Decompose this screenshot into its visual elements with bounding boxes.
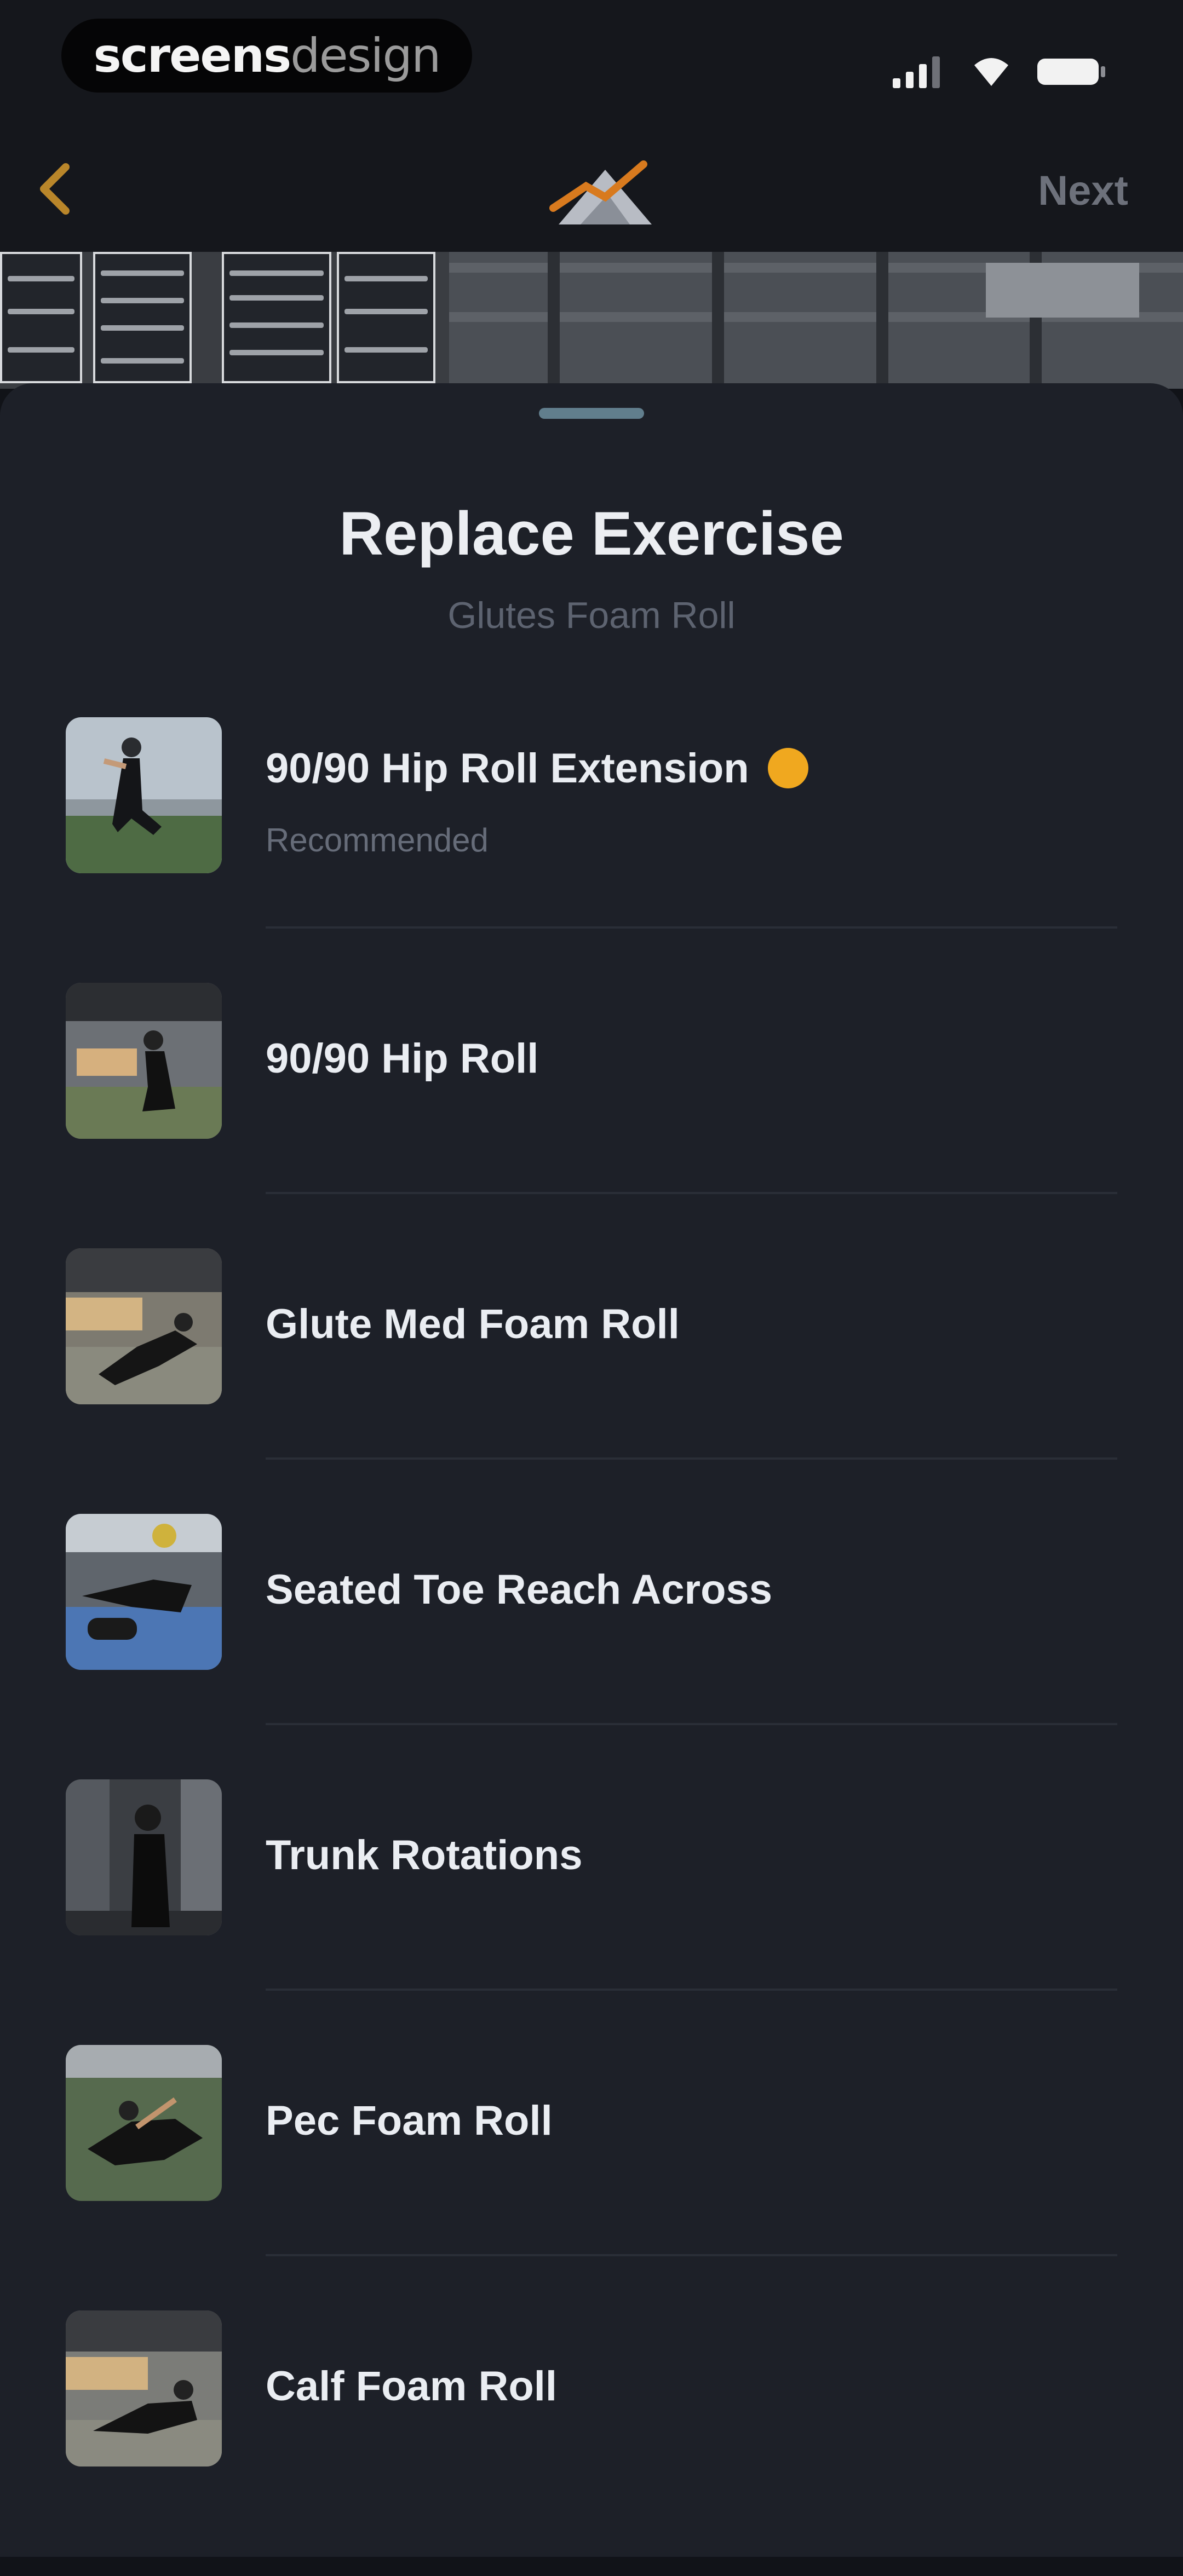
exercise-list-item[interactable]: Pec Foam Roll: [0, 2045, 1183, 2310]
gym-rack: [449, 252, 1183, 389]
exercise-thumbnail: [66, 983, 222, 1139]
exercise-thumbnail: [66, 1779, 222, 1935]
exercise-list-item[interactable]: Trunk Rotations: [0, 1779, 1183, 2045]
exercise-thumbnail: [66, 2045, 222, 2201]
exercise-name: Seated Toe Reach Across: [266, 1566, 773, 1613]
signal-icon: [893, 56, 940, 88]
replace-exercise-sheet: Replace Exercise Glutes Foam Roll 90/90 …: [0, 383, 1183, 2557]
exercise-list-item[interactable]: Glute Med Foam Roll: [0, 1248, 1183, 1514]
wall-panel: [986, 263, 1139, 318]
exercise-list: 90/90 Hip Roll Extension Recommended 90/…: [0, 717, 1183, 2576]
wall-sign: [0, 252, 82, 383]
exercise-thumbnail: [66, 717, 222, 873]
mountain-logo-icon: [549, 160, 652, 224]
exercise-thumbnail: [66, 1514, 222, 1670]
wifi-icon: [974, 58, 1008, 86]
exercise-name: Trunk Rotations: [266, 1832, 583, 1878]
exercise-name: 90/90 Hip Roll: [266, 1035, 539, 1082]
star-badge-icon: [767, 747, 808, 788]
exercise-thumbnail: [66, 1248, 222, 1404]
row-divider: [266, 1723, 1117, 1725]
status-bar: screens design: [0, 0, 1183, 120]
exercise-list-item[interactable]: 90/90 Hip Roll Extension Recommended: [0, 717, 1183, 983]
wall-sign: [93, 252, 192, 383]
brand-text-secondary: design: [290, 28, 441, 83]
exercise-name: Glute Med Foam Roll: [266, 1301, 680, 1347]
brand-text-primary: screens: [93, 28, 292, 83]
row-divider: [266, 926, 1117, 929]
exercise-list-item[interactable]: 90/90 Hip Roll: [0, 983, 1183, 1248]
exercise-name-text: 90/90 Hip Roll Extension: [266, 745, 749, 792]
brand-logo: screens design: [61, 19, 472, 93]
exercise-name: Calf Foam Roll: [266, 2363, 558, 2410]
exercise-list-item[interactable]: Calf Foam Roll: [0, 2310, 1183, 2576]
next-button[interactable]: Next: [1038, 167, 1128, 215]
row-divider: [266, 1457, 1117, 1460]
recommended-label: Recommended: [266, 822, 489, 858]
row-divider: [266, 1989, 1117, 1991]
wall-sign: [222, 252, 331, 383]
current-exercise-subtitle: Glutes Foam Roll: [447, 595, 736, 636]
sheet-drag-handle[interactable]: [539, 408, 644, 419]
sheet-title: Replace Exercise: [339, 499, 844, 568]
back-chevron-icon[interactable]: [27, 159, 82, 219]
battery-icon: [1037, 59, 1105, 85]
wall-sign: [337, 252, 435, 383]
row-divider: [266, 2254, 1117, 2256]
background-video-frame: [0, 252, 1183, 389]
exercise-name: 90/90 Hip Roll Extension: [266, 745, 808, 792]
exercise-name: Pec Foam Roll: [266, 2097, 553, 2144]
nav-bar: Next: [0, 120, 1183, 252]
exercise-thumbnail: [66, 2310, 222, 2466]
row-divider: [266, 1192, 1117, 1194]
exercise-list-item[interactable]: Seated Toe Reach Across: [0, 1514, 1183, 1779]
